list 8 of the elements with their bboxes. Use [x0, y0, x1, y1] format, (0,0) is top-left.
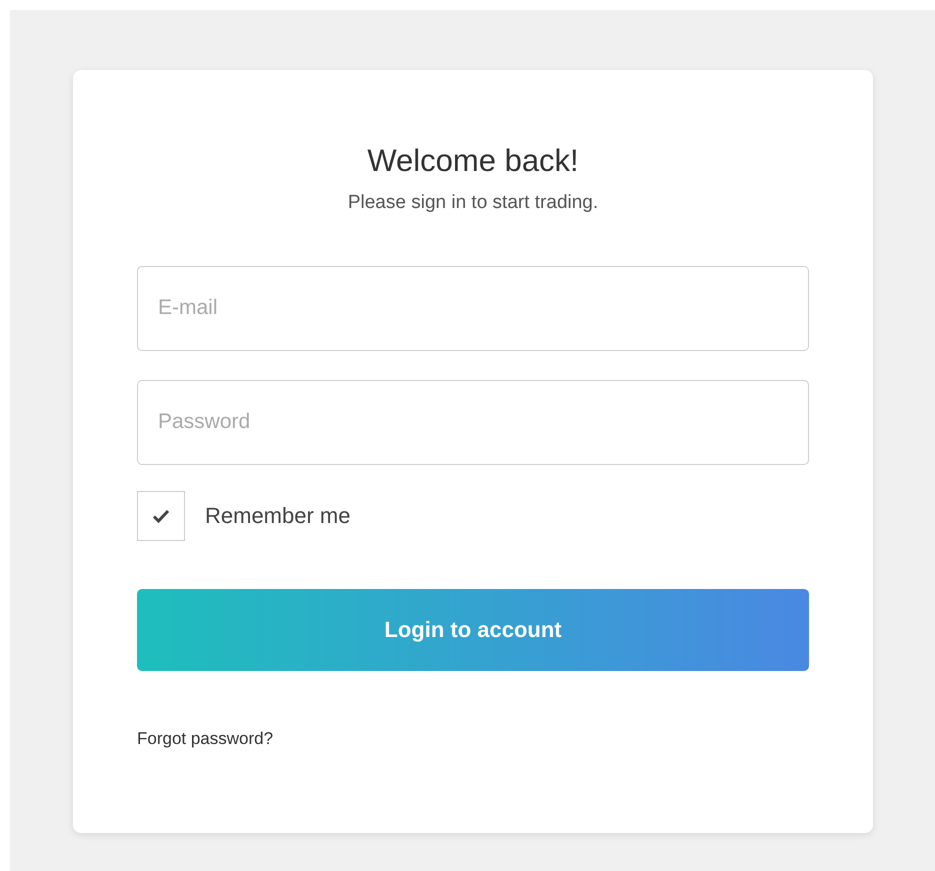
remember-checkbox[interactable] [137, 490, 185, 541]
input-field[interactable]: E-mail [137, 266, 809, 351]
input-field[interactable]: Password [137, 380, 809, 465]
checkmark-icon [152, 508, 170, 523]
remember-label: Remember me [205, 502, 350, 530]
subtitle: Please sign in to start trading. [346, 191, 600, 216]
forgot-password-link[interactable]: Forgot password? [137, 728, 274, 748]
welcome-title: Welcome back! [366, 142, 580, 180]
